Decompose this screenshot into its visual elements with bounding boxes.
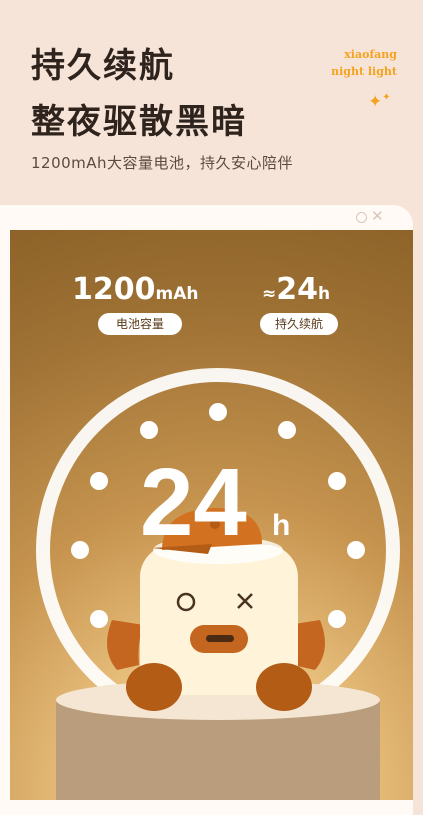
clock-unit: h bbox=[272, 509, 290, 542]
stat-capacity: 1200mAh bbox=[72, 275, 198, 305]
clock-illustration: 24 h bbox=[36, 368, 400, 800]
brand-line-1: xiaofang bbox=[344, 48, 397, 61]
brand-line-2: night light bbox=[331, 65, 397, 78]
close-icon: ✕ bbox=[371, 207, 384, 225]
stat-capacity-value: 1200 bbox=[72, 272, 156, 307]
stat-duration-value: 24 bbox=[276, 272, 318, 307]
sparkle-icon: ✦✦ bbox=[368, 92, 391, 112]
clock-number: 24 bbox=[140, 449, 247, 556]
stat-duration-prefix: ≈ bbox=[262, 284, 277, 304]
stat-duration-unit: h bbox=[318, 284, 331, 304]
stat-duration-label: 持久续航 bbox=[260, 313, 338, 335]
headline-line-2: 整夜驱散黑暗 bbox=[31, 102, 247, 142]
circle-icon bbox=[356, 212, 367, 223]
stat-capacity-unit: mAh bbox=[155, 284, 199, 304]
product-photo: 24 h 1200mAh 电池容量 ≈24h 持久续航 bbox=[10, 230, 413, 800]
stat-capacity-label: 电池容量 bbox=[98, 313, 182, 335]
stat-duration: ≈24h bbox=[262, 275, 330, 305]
subtitle: 1200mAh大容量电池，持久安心陪伴 bbox=[31, 154, 294, 172]
headline-line-1: 持久续航 bbox=[31, 46, 175, 86]
